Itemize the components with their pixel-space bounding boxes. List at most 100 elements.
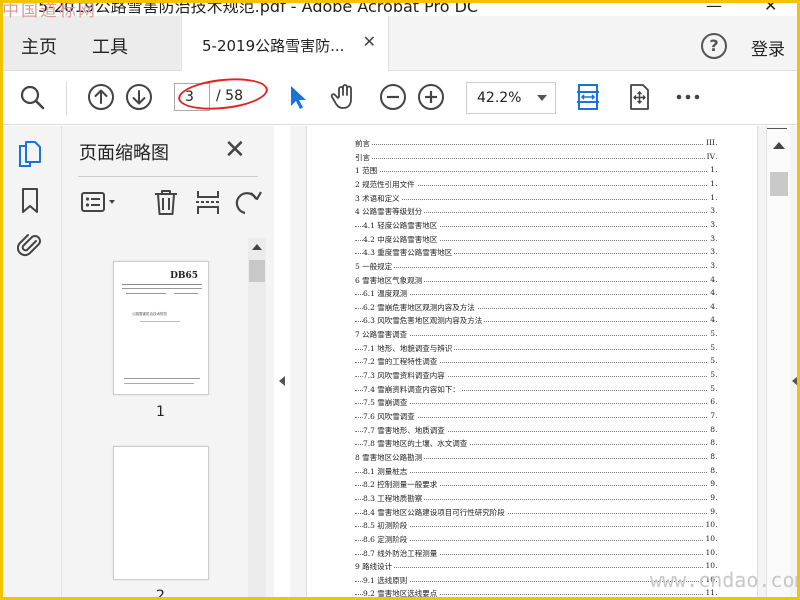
toc-entry-title: 8.6 定测阶段	[363, 533, 410, 545]
toc-entry-title: 8.2 控制测量一般要求	[363, 479, 440, 491]
document-page: 前言 III 引言 IV 1 范围 1 2 规范性引用文件 1 3 术语和定义 1 4 公路雪害等级…	[306, 126, 758, 600]
toc-entry[interactable]: 前言 III	[307, 138, 759, 151]
scroll-thumb[interactable]	[249, 260, 265, 282]
toc-entry-page: 10	[703, 520, 715, 530]
toc-entry[interactable]: 6.2 雪崩危害地区观测内容及方法 4	[307, 301, 759, 315]
toc-entry-title: 引言	[355, 151, 372, 163]
thumbnail-page-2[interactable]	[113, 446, 209, 580]
toc-entry[interactable]: 1 范围 1	[307, 165, 759, 178]
toc-entry-title: 7.5 雪崩调查	[363, 397, 410, 409]
tab-document[interactable]: 5-2019公路雪害防... ✕	[181, 16, 389, 71]
toc-entry[interactable]: 8.3 工程地质勘察 9	[307, 492, 759, 506]
toc-entry[interactable]: 8.6 定测阶段 10	[307, 533, 759, 547]
toc-entry-title: 5 一般规定	[355, 260, 395, 272]
toc-entry-title: 7.3 风吹雪资料调查内容	[363, 370, 447, 382]
toc-entry-title: 9.2 雪害地区选线要点	[363, 588, 440, 600]
scroll-up-icon[interactable]	[252, 244, 262, 250]
scroll-up-icon[interactable]	[773, 142, 785, 149]
menu-tools[interactable]: 工具	[92, 33, 128, 59]
toc-entry[interactable]: 8.4 雪害地区公路建设项目可行性研究阶段 9	[307, 506, 759, 520]
search-icon[interactable]	[18, 83, 46, 111]
document-scrollbar[interactable]	[766, 126, 790, 600]
options-menu-icon[interactable]	[80, 188, 120, 216]
toc-entry[interactable]: 引言 IV	[307, 151, 759, 165]
thumbnail-panel: 页面缩略图 ✕ DB65 公路雪害防治技术规范 1 2	[62, 126, 274, 600]
zoom-in-icon[interactable]	[417, 83, 445, 111]
toc-entry-title: 前言	[355, 138, 372, 149]
fullscreen-icon[interactable]	[625, 83, 653, 111]
toc-entry[interactable]: 4.1 轻度公路雪害地区 3	[307, 219, 759, 233]
toc-entry[interactable]: 8.5 初测阶段 10	[307, 520, 759, 533]
toc-entry[interactable]: 6 雪害地区气象观测 4	[307, 274, 759, 288]
toc-entry[interactable]: 7.7 雪害地形、地质调查 8	[307, 424, 759, 438]
scroll-thumb[interactable]	[770, 172, 788, 196]
toc-entry[interactable]: 7.5 雪崩调查 6	[307, 397, 759, 410]
toc-entry[interactable]: 7.3 风吹雪资料调查内容 5	[307, 370, 759, 383]
zoom-value: 42.2%	[477, 90, 522, 106]
toc-entry[interactable]: 5 一般规定 3	[307, 260, 759, 274]
toc-entry[interactable]: 8.2 控制测量一般要求 9	[307, 479, 759, 492]
toc-entry-title: 7.1 地形、地貌调查与辨识	[363, 342, 455, 354]
toc-entry[interactable]: 8 雪害地区公路勘测 8	[307, 451, 759, 465]
select-tool-icon[interactable]	[284, 83, 312, 111]
extract-pages-icon[interactable]	[194, 188, 222, 216]
toc-entry-page: 5	[708, 342, 715, 352]
toc-entry-page: 4	[708, 315, 715, 325]
panel-close-icon[interactable]: ✕	[224, 135, 246, 165]
expand-right-panel-icon[interactable]	[792, 376, 798, 386]
toc-entry-page: 6	[708, 397, 715, 407]
toc-entry[interactable]: 7.1 地形、地貌调查与辨识 5	[307, 342, 759, 356]
tab-close-icon[interactable]: ✕	[363, 32, 376, 51]
previous-page-icon[interactable]	[87, 83, 115, 111]
thumbnail-page-1[interactable]: DB65 公路雪害防治技术规范	[113, 261, 209, 395]
toc-entry[interactable]: 7.4 雪崩资料调查内容如下： 5	[307, 383, 759, 397]
toc-entry[interactable]: 4 公路雪害等级划分 3	[307, 206, 759, 219]
zoom-out-icon[interactable]	[379, 83, 407, 111]
rotate-icon[interactable]	[234, 188, 262, 216]
toc-entry[interactable]: 3 术语和定义 1	[307, 192, 759, 206]
toc-entry-page: 10	[703, 547, 715, 557]
bookmark-icon[interactable]	[17, 186, 43, 216]
minimize-button[interactable]: —	[706, 0, 722, 15]
toc-entry-title: 7.7 雪害地形、地质调查	[363, 424, 447, 436]
toc-entry-page: 1	[708, 178, 715, 188]
toc-entry-page: 8	[708, 438, 715, 448]
toc-entry[interactable]: 2 规范性引用文件 1	[307, 178, 759, 192]
zoom-select[interactable]: 42.2%	[466, 82, 556, 114]
thumbnail-scrollbar[interactable]	[248, 238, 266, 600]
toc-entry[interactable]: 8.1 测量桩志 8	[307, 465, 759, 479]
toc-entry[interactable]: 7.6 风吹雪调查 7	[307, 411, 759, 424]
toc-entry[interactable]: 4.2 中度公路雪害地区 3	[307, 233, 759, 247]
help-icon[interactable]: ?	[701, 33, 727, 59]
toc-entry[interactable]: 6.1 温度观测 4	[307, 288, 759, 301]
close-window-button[interactable]: ✕	[764, 0, 777, 15]
menu-home[interactable]: 主页	[21, 33, 57, 59]
toc-entry-page: 7	[708, 411, 715, 420]
toc-entry-title: 7 公路雪害调查	[355, 329, 410, 341]
login-button[interactable]: 登录	[751, 35, 785, 60]
toc-entry[interactable]: 7.8 雪害地区的土壤、水文调查 8	[307, 438, 759, 451]
toc-entry[interactable]: 4.3 重度雪害公路雪害地区 3	[307, 247, 759, 260]
toc-entry[interactable]: 8.7 线外防治工程测量 10	[307, 547, 759, 561]
attachment-icon[interactable]	[17, 230, 43, 260]
more-icon[interactable]	[674, 83, 702, 111]
toc-entry-page: 9	[708, 492, 715, 502]
next-page-icon[interactable]	[125, 83, 153, 111]
toolbar: 3 / 58 42.2%	[0, 71, 800, 125]
hand-tool-icon[interactable]	[330, 83, 358, 111]
delete-icon[interactable]	[152, 188, 180, 216]
toc-entry-page: IV	[704, 151, 715, 161]
thumbnail-page-number: 2	[156, 588, 165, 600]
window-title: 5-2019公路雪害防治技术规范.pdf - Adobe Acrobat Pro…	[38, 0, 479, 16]
toc-entry-title: 4.3 重度雪害公路雪害地区	[363, 247, 455, 259]
fit-width-icon[interactable]	[574, 83, 602, 111]
tab-bar: 主页 工具 5-2019公路雪害防... ✕ ? 登录	[0, 16, 800, 71]
toc-entry-title: 4 公路雪害等级划分	[355, 206, 425, 218]
toc-entry-title: 3 术语和定义	[355, 192, 402, 204]
toc-entry[interactable]: 6.3 风吹雪危害地区观测内容及方法 4	[307, 315, 759, 328]
collapse-panel-icon[interactable]	[279, 376, 285, 386]
toc-entry-page: 5	[708, 370, 715, 380]
page-thumbnails-icon[interactable]	[17, 140, 43, 170]
toc-entry[interactable]: 7 公路雪害调查 5	[307, 329, 759, 342]
toc-entry[interactable]: 7.2 雪的工程特性调查 5	[307, 356, 759, 369]
